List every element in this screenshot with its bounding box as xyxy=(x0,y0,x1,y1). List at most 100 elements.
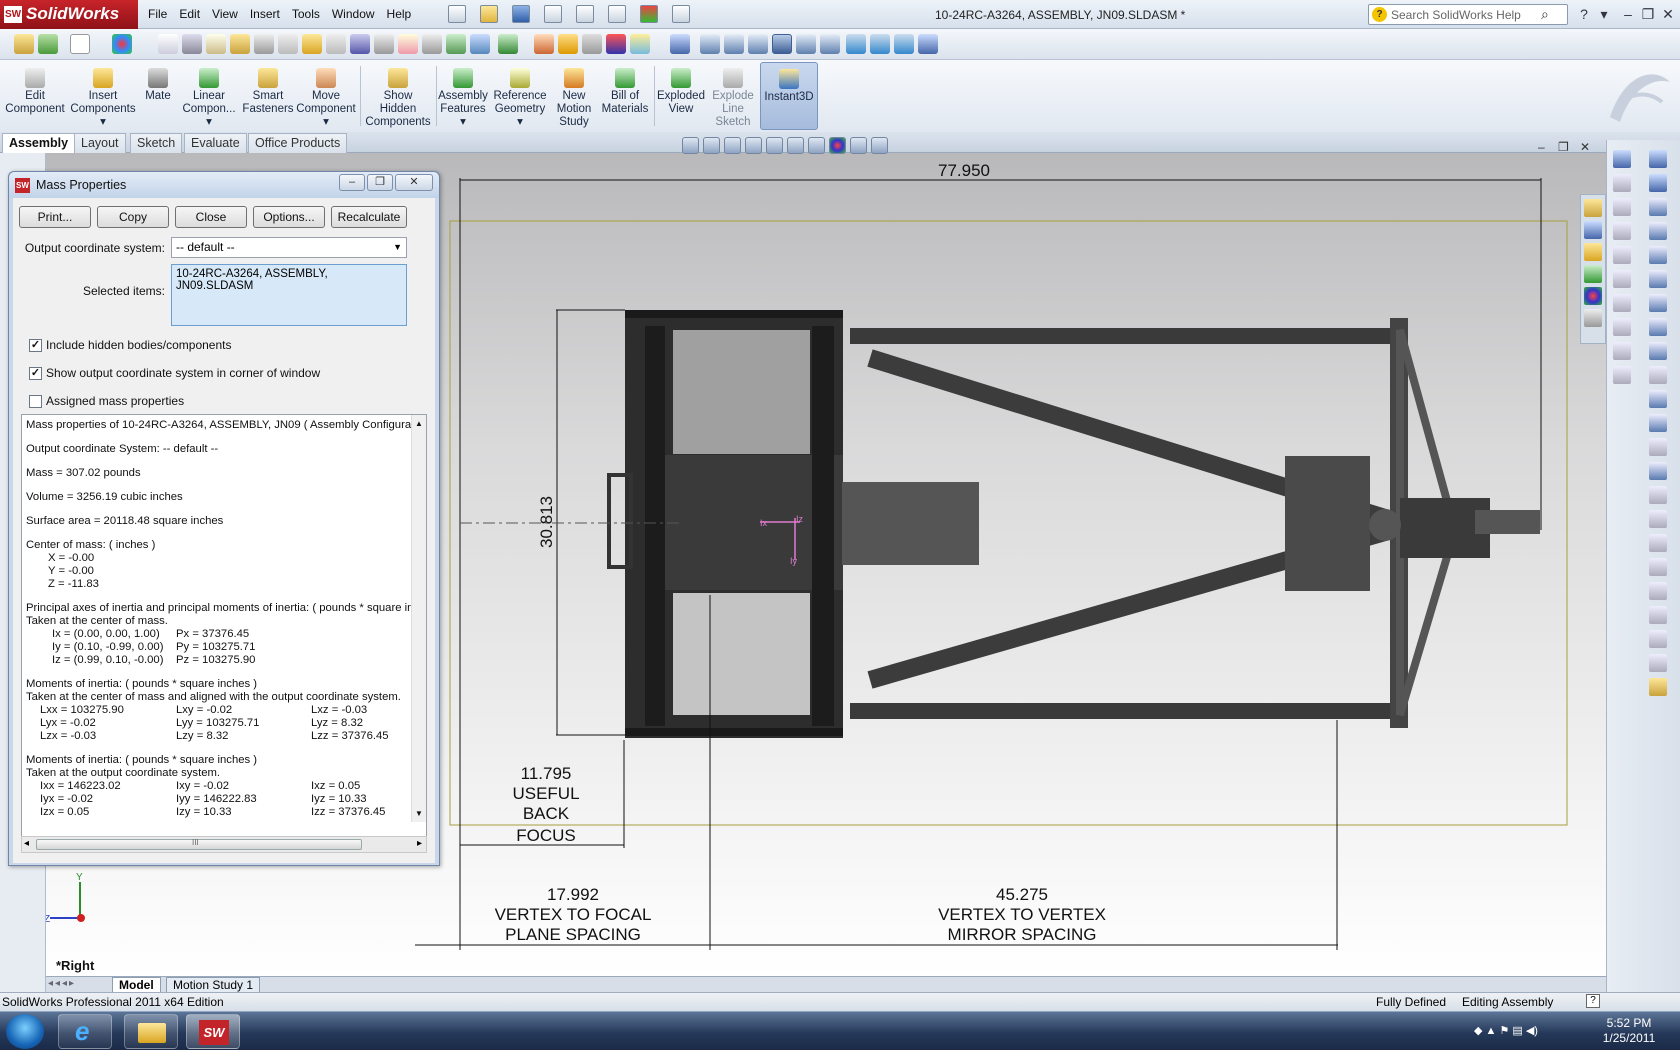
spline-icon[interactable] xyxy=(1649,318,1667,336)
insert-components-button[interactable]: Insert Components ▾ xyxy=(70,62,136,130)
normal-to-icon[interactable] xyxy=(918,34,938,54)
copy-button[interactable]: Copy xyxy=(97,206,169,228)
file-explorer-folder-icon[interactable] xyxy=(124,1014,178,1049)
mass-properties-results[interactable]: ▲ ▼ Mass properties of 10-24RC-A3264, AS… xyxy=(21,414,427,837)
tab-layout[interactable]: Layout xyxy=(74,133,126,153)
circle-tool-icon[interactable] xyxy=(582,34,602,54)
chamfer-dim-icon[interactable] xyxy=(1613,270,1631,288)
minimize-button[interactable]: – xyxy=(1618,5,1638,23)
rectangle-icon[interactable] xyxy=(1649,222,1667,240)
menu-insert[interactable]: Insert xyxy=(244,0,286,29)
status-help-icon[interactable]: ? xyxy=(1586,994,1600,1008)
ordinate-dim-icon[interactable] xyxy=(1613,246,1631,264)
tab-model[interactable]: Model xyxy=(112,977,161,993)
print-button[interactable]: Print... xyxy=(19,206,91,228)
move-tool-icon[interactable] xyxy=(422,34,442,54)
scroll-up-icon[interactable]: ▲ xyxy=(415,417,423,430)
mirror-icon[interactable] xyxy=(1649,558,1667,576)
view-front-icon[interactable] xyxy=(700,34,720,54)
toolbar-component-icon[interactable] xyxy=(38,34,58,54)
ellipse-icon[interactable] xyxy=(1649,342,1667,360)
fillet-icon[interactable] xyxy=(1649,366,1667,384)
menu-edit[interactable]: Edit xyxy=(173,0,206,29)
assembly-features-button[interactable]: Assembly Features ▾ xyxy=(438,62,488,130)
measure-icon[interactable] xyxy=(254,34,274,54)
dim-vertex-focal-value[interactable]: 17.992 xyxy=(547,885,599,904)
slot-icon[interactable] xyxy=(1649,246,1667,264)
lock-icon[interactable] xyxy=(278,34,298,54)
centerline-icon[interactable] xyxy=(1649,438,1667,456)
new-document-icon[interactable] xyxy=(448,5,466,23)
view-iso-icon[interactable] xyxy=(846,34,866,54)
solidworks-taskbar-icon[interactable]: SW xyxy=(186,1014,240,1049)
checkbox-tool-icon[interactable] xyxy=(302,34,322,54)
warning-icon[interactable] xyxy=(398,34,418,54)
fully-define-icon[interactable] xyxy=(1613,318,1631,336)
edit-appearance-icon[interactable] xyxy=(829,137,846,154)
recalculate-button[interactable]: Recalculate xyxy=(331,206,407,228)
menu-help[interactable]: Help xyxy=(381,0,418,29)
appearance-icon[interactable] xyxy=(112,34,132,54)
menu-file[interactable]: File xyxy=(142,0,173,29)
zoom-area-icon[interactable] xyxy=(703,137,720,154)
tab-sketch[interactable]: Sketch xyxy=(130,133,183,153)
add-relation-icon[interactable] xyxy=(1649,630,1667,648)
linear-pattern-button[interactable]: Linear Compon... ▾ xyxy=(178,62,240,130)
select-pointer-icon[interactable] xyxy=(608,5,626,23)
viewport-close-icon[interactable]: ✕ xyxy=(1580,140,1590,154)
display-style-icon[interactable] xyxy=(787,137,804,154)
selected-item[interactable]: 10-24RC-A3264, ASSEMBLY, JN09.SLDASM xyxy=(176,268,328,292)
coord-system-select[interactable]: -- default -- ▼ xyxy=(171,237,407,258)
windows-start-icon[interactable] xyxy=(6,1014,44,1049)
convert-entities-icon[interactable] xyxy=(1649,534,1667,552)
line-icon[interactable] xyxy=(1649,198,1667,216)
save-icon[interactable] xyxy=(512,5,530,23)
polygon-icon[interactable] xyxy=(1649,390,1667,408)
tab-motion-study-1[interactable]: Motion Study 1 xyxy=(166,977,261,993)
menu-window[interactable]: Window xyxy=(326,0,381,29)
options-icon[interactable] xyxy=(672,5,690,23)
view-right-icon[interactable] xyxy=(772,34,792,54)
offset-icon[interactable] xyxy=(1649,510,1667,528)
equation-icon[interactable] xyxy=(1613,342,1631,360)
scroll-left-icon[interactable]: ◂ xyxy=(24,838,29,849)
dim-height[interactable]: 30.813 xyxy=(537,496,556,548)
print-icon[interactable] xyxy=(544,5,562,23)
reference-geometry-button[interactable]: Reference Geometry ▾ xyxy=(492,62,548,130)
undo-icon[interactable] xyxy=(576,5,594,23)
assigned-mass-checkbox[interactable]: Assigned mass properties xyxy=(29,394,184,408)
instant3d-button[interactable]: Instant3D xyxy=(760,62,818,130)
bill-of-materials-button[interactable]: Bill of Materials xyxy=(600,62,650,130)
move-entities-icon[interactable] xyxy=(1649,606,1667,624)
mate-button[interactable]: Mate xyxy=(140,62,176,130)
menu-tools[interactable]: Tools xyxy=(286,0,326,29)
file-explorer-icon[interactable] xyxy=(1584,243,1602,261)
circle-icon[interactable] xyxy=(1649,270,1667,288)
open-folder-icon[interactable] xyxy=(480,5,498,23)
sun-icon[interactable] xyxy=(558,34,578,54)
select-icon[interactable] xyxy=(70,34,90,54)
graph-icon[interactable] xyxy=(498,34,518,54)
include-hidden-check-icon[interactable]: ✓ xyxy=(29,338,42,352)
tray-icons[interactable]: ◆ ▲ ⚑ ▤ ◀) xyxy=(1474,1024,1538,1037)
check-tool-icon[interactable] xyxy=(326,34,346,54)
design-library-icon[interactable] xyxy=(1584,221,1602,239)
rebuild-icon[interactable] xyxy=(640,5,658,23)
text-tool-icon[interactable] xyxy=(1649,462,1667,480)
edit-component-button[interactable]: Edit Component xyxy=(4,62,66,130)
dialog-title-bar[interactable]: SW Mass Properties – ❐ ✕ xyxy=(9,172,439,198)
exploded-view-button[interactable]: Exploded View xyxy=(656,62,706,130)
help-dropdown-icon[interactable]: ▾ xyxy=(1594,5,1614,23)
toolbar-grid-icon[interactable] xyxy=(14,34,34,54)
arc-icon[interactable] xyxy=(1649,294,1667,312)
section-view-icon[interactable] xyxy=(745,137,762,154)
spell-check-icon[interactable] xyxy=(158,34,178,54)
color-square-icon[interactable] xyxy=(606,34,626,54)
solidworks-logo[interactable]: SW SolidWorks xyxy=(0,0,138,29)
tab-scroll-arrows-icon[interactable]: ◂◂◂▸ xyxy=(48,978,76,989)
appearances-icon[interactable] xyxy=(1584,287,1602,305)
quick-snaps-icon[interactable] xyxy=(1649,678,1667,696)
view-back-icon[interactable] xyxy=(724,34,744,54)
view-orientation-icon[interactable] xyxy=(766,137,783,154)
dialog-maximize-button[interactable]: ❐ xyxy=(367,174,393,191)
